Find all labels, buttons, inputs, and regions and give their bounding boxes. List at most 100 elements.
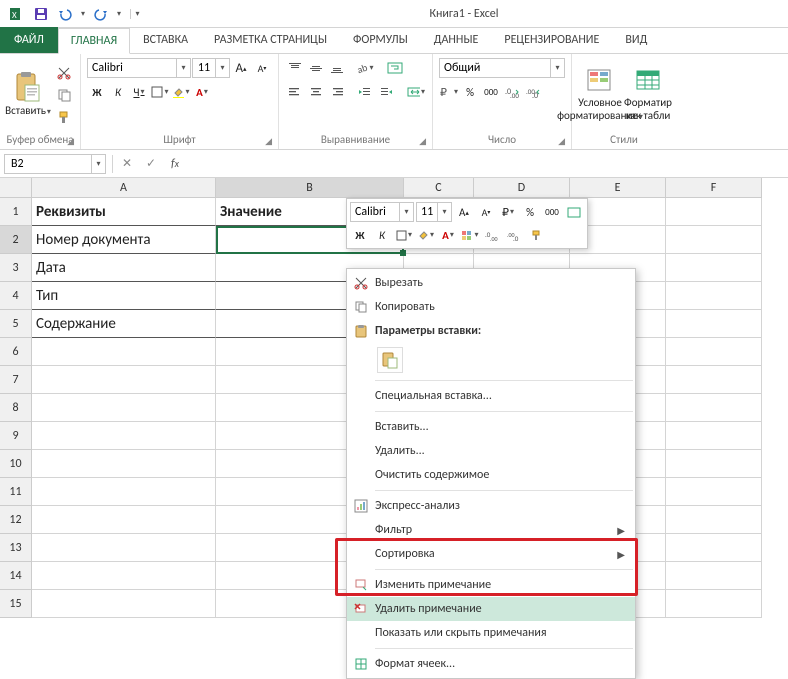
mini-format-painter-icon[interactable] <box>526 225 546 245</box>
ctx-delete[interactable]: Удалить... <box>347 439 635 463</box>
col-header[interactable]: B <box>216 178 404 198</box>
mini-accounting-icon[interactable]: ₽ <box>498 202 518 222</box>
cell[interactable] <box>32 394 216 422</box>
ctx-delete-comment[interactable]: Удалить примечание <box>347 597 635 621</box>
cell[interactable] <box>32 534 216 562</box>
cell[interactable] <box>666 198 762 226</box>
align-center-icon[interactable] <box>306 82 326 102</box>
redo-dropdown[interactable]: ▾ <box>114 9 124 19</box>
cell[interactable] <box>32 366 216 394</box>
underline-button[interactable]: Ч <box>129 82 149 102</box>
row-header[interactable]: 3 <box>0 254 32 282</box>
cell[interactable] <box>666 366 762 394</box>
tab-review[interactable]: РЕЦЕНЗИРОВАНИЕ <box>491 27 612 53</box>
paste-default-icon[interactable] <box>377 347 403 373</box>
font-color-button[interactable]: A <box>192 82 212 102</box>
col-header[interactable]: C <box>404 178 474 198</box>
cell[interactable] <box>666 478 762 506</box>
cell[interactable] <box>666 310 762 338</box>
cell[interactable] <box>666 422 762 450</box>
cell[interactable] <box>666 282 762 310</box>
decrease-indent-icon[interactable] <box>355 82 375 102</box>
align-middle-icon[interactable] <box>306 58 326 78</box>
mini-percent-icon[interactable]: % <box>520 202 540 222</box>
format-table-button[interactable]: Форматир как табли <box>626 58 670 131</box>
ctx-sort[interactable]: Сортировка▶ <box>347 542 635 566</box>
cell[interactable]: Реквизиты <box>32 198 216 226</box>
comma-format-icon[interactable]: 000 <box>481 82 501 102</box>
conditional-formatting-button[interactable]: Условное форматирование <box>578 58 622 131</box>
ctx-format-cells[interactable]: Формат ячеек... <box>347 652 635 676</box>
cell[interactable] <box>32 338 216 366</box>
cell[interactable] <box>32 422 216 450</box>
row-header[interactable]: 1 <box>0 198 32 226</box>
italic-button[interactable]: К <box>108 82 128 102</box>
row-header[interactable]: 2 <box>0 226 32 254</box>
accounting-format-icon[interactable]: ₽ <box>439 82 459 102</box>
save-icon[interactable] <box>30 3 52 25</box>
formula-input[interactable] <box>187 153 788 175</box>
cell[interactable] <box>666 338 762 366</box>
align-right-icon[interactable] <box>327 82 347 102</box>
wrap-text-icon[interactable] <box>385 58 405 78</box>
mini-font-combo[interactable]: ▾ <box>350 202 414 222</box>
row-header[interactable]: 11 <box>0 478 32 506</box>
cell[interactable]: Тип <box>32 282 216 310</box>
cell[interactable]: Дата <box>32 254 216 282</box>
cell[interactable] <box>32 590 216 618</box>
cell[interactable]: Номер документа <box>32 226 216 254</box>
tab-formulas[interactable]: ФОРМУЛЫ <box>340 27 421 53</box>
font-name-combo[interactable]: ▾ <box>87 58 191 78</box>
ctx-filter[interactable]: Фильтр▶ <box>347 518 635 542</box>
row-header[interactable]: 8 <box>0 394 32 422</box>
cell[interactable] <box>666 226 762 254</box>
clipboard-dialog-launcher[interactable]: ◢ <box>67 136 74 147</box>
mini-comma-icon[interactable]: 000 <box>542 202 562 222</box>
mini-size-combo[interactable]: ▾ <box>416 202 452 222</box>
alignment-dialog-launcher[interactable]: ◢ <box>419 136 426 147</box>
col-header[interactable]: D <box>474 178 570 198</box>
cancel-formula-icon[interactable]: ✕ <box>115 153 139 175</box>
row-header[interactable]: 6 <box>0 338 32 366</box>
tab-insert[interactable]: ВСТАВКА <box>130 27 201 53</box>
mini-italic[interactable]: К <box>372 225 392 245</box>
ctx-paste-special[interactable]: Специальная вставка... <box>347 384 635 408</box>
undo-dropdown[interactable]: ▾ <box>78 9 88 19</box>
bold-button[interactable]: Ж <box>87 82 107 102</box>
align-bottom-icon[interactable] <box>327 58 347 78</box>
mini-shrink-font-icon[interactable]: A▾ <box>476 202 496 222</box>
ctx-clear[interactable]: Очистить содержимое <box>347 463 635 487</box>
redo-icon[interactable] <box>90 3 112 25</box>
tab-view[interactable]: ВИД <box>612 27 660 53</box>
mini-cond-format-icon[interactable] <box>460 225 480 245</box>
cell[interactable] <box>32 506 216 534</box>
qat-customize[interactable]: ▾ <box>130 9 140 19</box>
cell[interactable] <box>32 562 216 590</box>
tab-file[interactable]: ФАЙЛ <box>0 27 58 53</box>
excel-icon[interactable]: X <box>6 3 28 25</box>
mini-fill-icon[interactable] <box>416 225 436 245</box>
orientation-icon[interactable]: ab <box>355 58 375 78</box>
number-dialog-launcher[interactable]: ◢ <box>558 136 565 147</box>
row-header[interactable]: 9 <box>0 422 32 450</box>
fx-icon[interactable]: fx <box>163 153 187 175</box>
grow-font-icon[interactable]: A▴ <box>231 58 251 78</box>
cell[interactable] <box>32 450 216 478</box>
row-header[interactable]: 12 <box>0 506 32 534</box>
row-header[interactable]: 7 <box>0 366 32 394</box>
accept-formula-icon[interactable]: ✓ <box>139 153 163 175</box>
cut-icon[interactable] <box>54 63 74 83</box>
mini-grow-font-icon[interactable]: A▴ <box>454 202 474 222</box>
mini-dec-decimal-icon[interactable]: .00.0 <box>504 225 524 245</box>
mini-font-color-icon[interactable]: A <box>438 225 458 245</box>
align-left-icon[interactable] <box>285 82 305 102</box>
tab-data[interactable]: ДАННЫЕ <box>421 27 492 53</box>
ctx-quick-analysis[interactable]: Экспресс-анализ <box>347 494 635 518</box>
number-format-combo[interactable]: ▾ <box>439 58 565 78</box>
ctx-copy[interactable]: Копировать <box>347 295 635 319</box>
cell[interactable] <box>666 394 762 422</box>
mini-bold[interactable]: Ж <box>350 225 370 245</box>
tab-page-layout[interactable]: РАЗМЕТКА СТРАНИЦЫ <box>201 27 340 53</box>
row-header[interactable]: 4 <box>0 282 32 310</box>
ctx-cut[interactable]: Вырезать <box>347 271 635 295</box>
